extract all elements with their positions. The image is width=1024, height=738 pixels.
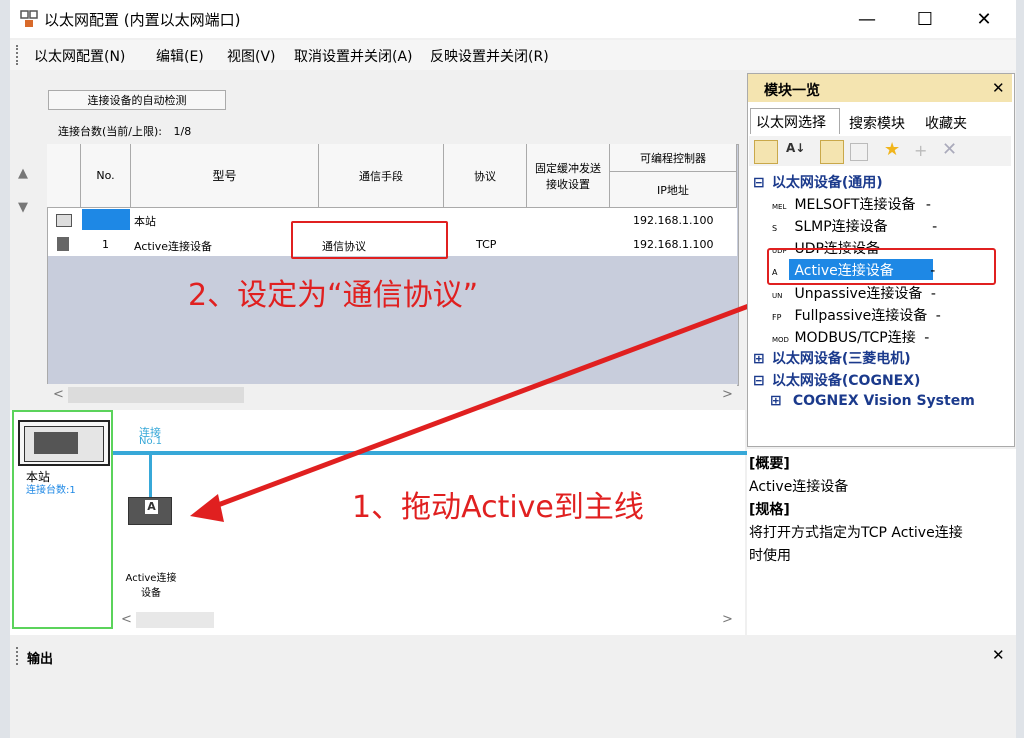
spec-text-2: 时使用 [749, 548, 791, 564]
tree-item-modbus[interactable]: MOD MODBUS/TCP连接 - [772, 327, 929, 347]
tab-search-module[interactable]: 搜索模块 [849, 113, 905, 133]
tree-item-suffix: - [935, 308, 941, 324]
output-bar [10, 643, 1016, 669]
fullpassive-icon: FP [772, 313, 782, 322]
expand-icon[interactable]: ⊞ [770, 393, 788, 409]
group-cognex-label: 以太网设备(COGNEX) [771, 373, 921, 389]
diagram-scroll-right[interactable]: > [722, 612, 733, 627]
spec-title: [规格] [749, 502, 790, 518]
highlight-active-item [767, 248, 996, 285]
add-favorite-icon[interactable]: + [914, 141, 927, 160]
unpassive-icon: UN [772, 292, 783, 300]
overview-title: [概要] [749, 456, 790, 472]
tree-item-label: MODBUS/TCP连接 [794, 330, 916, 346]
collapse-tree-icon[interactable] [850, 143, 868, 161]
tree-item-cognex-vision[interactable]: ⊞ COGNEX Vision System [770, 393, 975, 409]
collapse-icon[interactable]: ⊟ [753, 373, 767, 389]
expand-icon[interactable]: ⊞ [753, 351, 767, 367]
tree-group-general[interactable]: ⊟ 以太网设备(通用) [753, 172, 883, 192]
tab-favorites[interactable]: 收藏夹 [925, 113, 967, 133]
tree-item-label: Fullpassive连接设备 [794, 308, 928, 324]
group-mitsubishi-label: 以太网设备(三菱电机) [771, 351, 911, 367]
tree-item-unpassive[interactable]: UN Unpassive连接设备 - [772, 283, 936, 303]
tree-item-suffix: - [930, 286, 936, 302]
tree-item-melsoft[interactable]: MEL MELSOFT连接设备 - [772, 194, 931, 214]
overview-text: Active连接设备 [749, 479, 849, 495]
module-list-title: 模块一览 [764, 83, 820, 99]
module-list-close[interactable]: ✕ [992, 79, 1005, 97]
tree-item-label: MELSOFT连接设备 [794, 197, 916, 213]
tree-item-suffix: - [924, 330, 930, 346]
sort-az-icon[interactable]: A↓ [786, 141, 805, 155]
slmp-icon: S [772, 224, 778, 233]
modbus-icon: MOD [772, 336, 789, 344]
diagram-scroll-thumb[interactable] [136, 612, 214, 628]
tree-group-cognex[interactable]: ⊟ 以太网设备(COGNEX) [753, 370, 920, 390]
tab-ethernet-select-label: 以太网选择 [756, 115, 826, 131]
tree-item-label: Unpassive连接设备 [794, 286, 923, 302]
output-title: 输出 [27, 652, 54, 667]
output-grip [16, 647, 22, 665]
group-general-label: 以太网设备(通用) [771, 175, 883, 191]
diagram-scroll-left[interactable]: < [121, 612, 132, 627]
output-body [10, 669, 1016, 738]
favorite-star-icon[interactable]: ★ [884, 139, 900, 160]
tree-item-label: SLMP连接设备 [794, 219, 888, 235]
tree-item-suffix: - [925, 197, 931, 213]
melsoft-icon: MEL [772, 203, 787, 211]
spec-text-1: 将打开方式指定为TCP Active连接 [749, 525, 963, 541]
expand-tree-icon[interactable] [820, 140, 844, 164]
sort-category-icon[interactable] [754, 140, 778, 164]
output-close[interactable]: ✕ [992, 646, 1005, 664]
tree-item-suffix: - [932, 219, 938, 235]
tree-item-slmp[interactable]: S SLMP连接设备 - [772, 216, 937, 236]
tree-group-mitsubishi[interactable]: ⊞ 以太网设备(三菱电机) [753, 348, 911, 368]
delete-icon[interactable]: ✕ [942, 139, 957, 160]
collapse-icon[interactable]: ⊟ [753, 175, 767, 191]
tree-item-fullpassive[interactable]: FP Fullpassive连接设备 - [772, 305, 941, 325]
cognex-vision-label: COGNEX Vision System [792, 393, 975, 409]
